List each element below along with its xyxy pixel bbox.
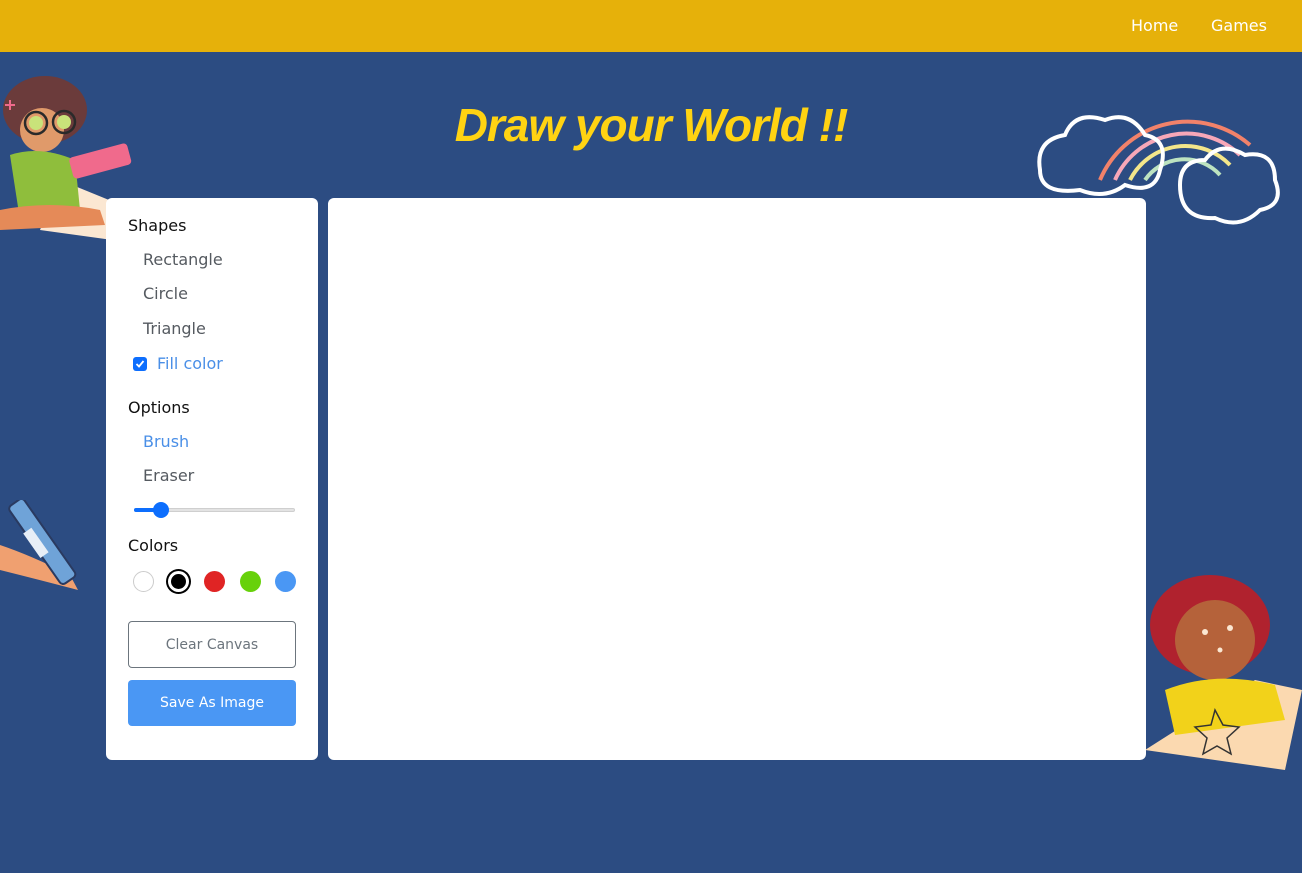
brush-size-slider[interactable] (134, 502, 295, 518)
color-swatch-4[interactable] (275, 571, 296, 592)
clear-canvas-button[interactable]: Clear Canvas (128, 621, 296, 668)
girl-with-star-illustration (1145, 575, 1302, 770)
drawing-canvas[interactable] (328, 198, 1146, 760)
fill-color-toggle[interactable]: Fill color (133, 354, 223, 373)
color-swatch-2[interactable] (204, 571, 225, 592)
shape-rectangle[interactable]: Rectangle (143, 250, 223, 269)
fill-color-label: Fill color (157, 354, 223, 373)
option-brush[interactable]: Brush (143, 432, 189, 451)
checkmark-icon (135, 359, 145, 368)
color-swatch-1[interactable] (171, 574, 186, 589)
fill-color-checkbox[interactable] (133, 356, 147, 371)
shape-circle[interactable]: Circle (143, 284, 188, 303)
options-heading: Options (128, 398, 190, 417)
slider-thumb[interactable] (153, 502, 170, 518)
page-title: Draw your World !! (454, 99, 849, 151)
crayon-illustration (0, 500, 78, 590)
nav-games-link[interactable]: Games (1211, 16, 1267, 35)
shapes-heading: Shapes (128, 216, 187, 235)
shape-triangle[interactable]: Triangle (143, 319, 206, 338)
save-as-image-button[interactable]: Save As Image (128, 680, 296, 726)
color-swatch-3[interactable] (240, 571, 261, 592)
option-eraser[interactable]: Eraser (143, 466, 194, 485)
color-swatch-0[interactable] (133, 571, 154, 592)
top-navbar: Home Games (0, 0, 1302, 52)
colors-heading: Colors (128, 536, 179, 555)
tool-panel: Shapes Rectangle Circle Triangle Fill co… (106, 198, 318, 760)
nav-home-link[interactable]: Home (1131, 16, 1178, 35)
